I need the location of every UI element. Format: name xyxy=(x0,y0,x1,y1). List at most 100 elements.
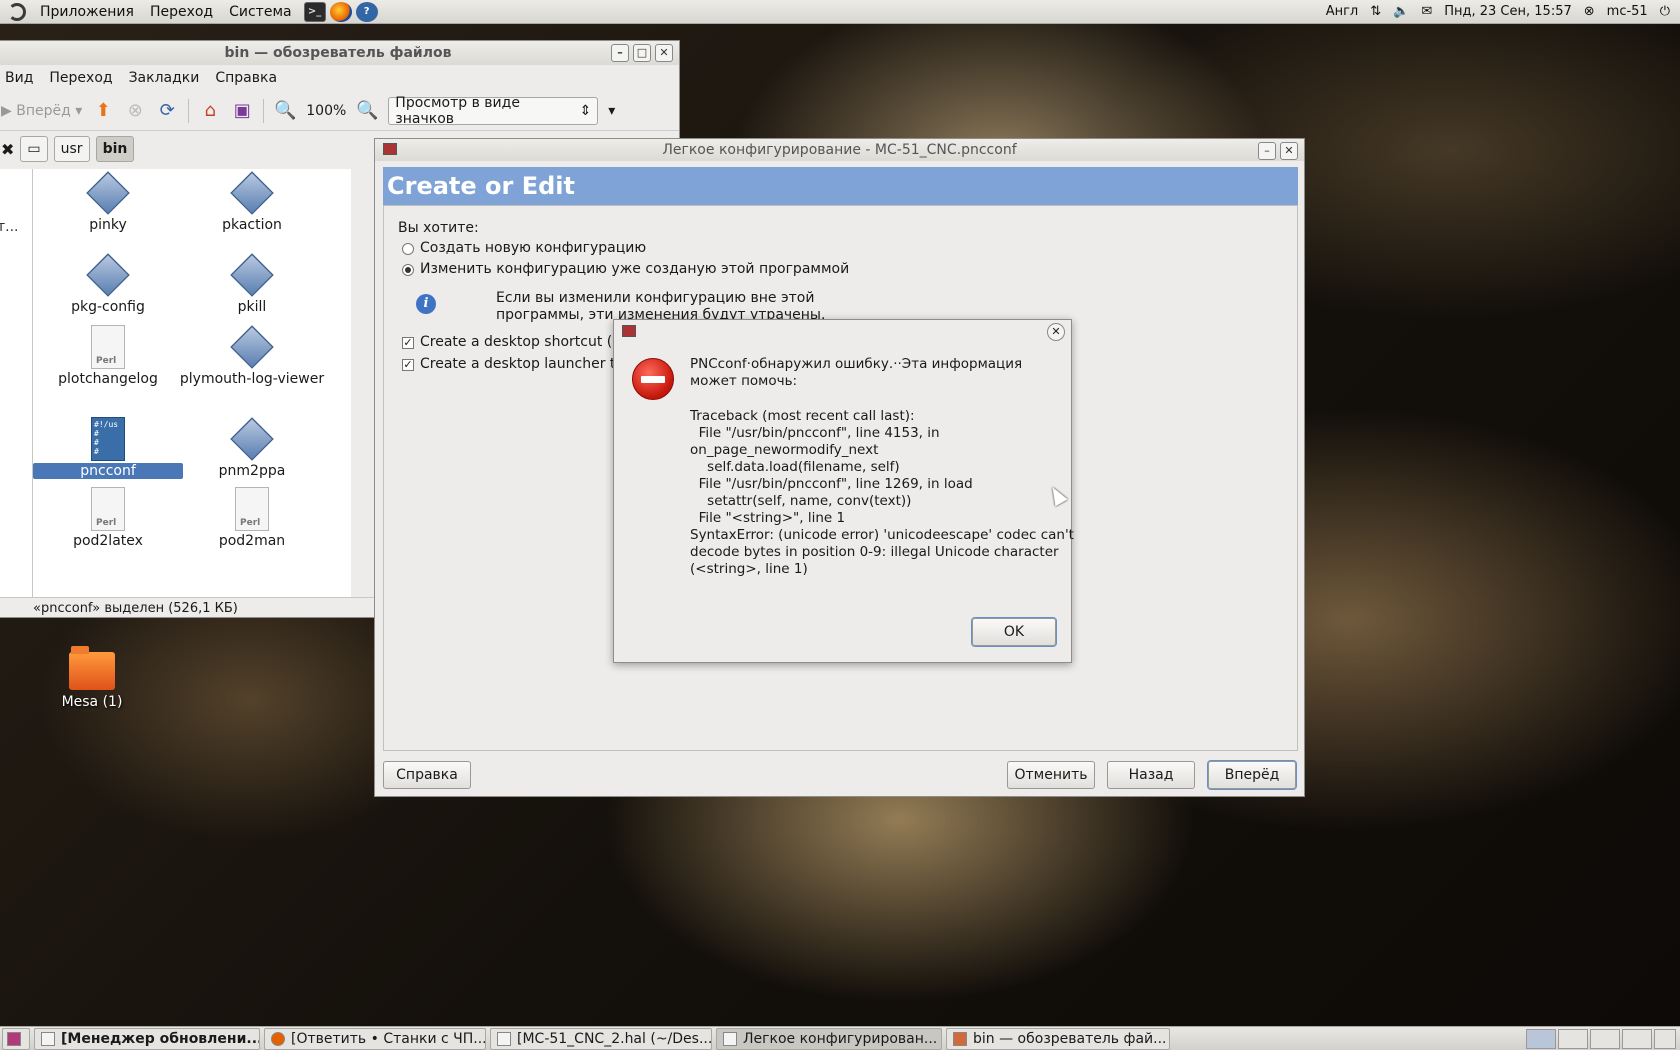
checkbox-desktop-shortcut[interactable]: ✓ xyxy=(402,337,414,349)
executable-icon xyxy=(86,253,130,297)
toolbar-overflow-icon[interactable]: ▾ xyxy=(608,103,615,119)
stop-icon[interactable]: ⊗ xyxy=(124,100,146,122)
text-editor-icon xyxy=(497,1031,511,1046)
computer-icon[interactable]: ▣ xyxy=(231,100,253,122)
minimize-button[interactable]: – xyxy=(1258,142,1276,160)
home-folder-icon[interactable]: ⌂ xyxy=(199,100,221,122)
cancel-button[interactable]: Отменить xyxy=(1007,761,1095,789)
close-button[interactable]: ✕ xyxy=(655,44,673,62)
task-pncconf[interactable]: Легкое конфигурирован... xyxy=(716,1027,942,1050)
help-button[interactable]: Справка xyxy=(383,761,471,789)
terminal-launcher-icon[interactable]: >_ xyxy=(303,1,326,22)
workspace-3[interactable] xyxy=(1590,1028,1620,1049)
file-item-pod2man[interactable]: pod2man xyxy=(177,487,327,549)
up-icon[interactable]: ⬆ xyxy=(92,100,114,122)
show-desktop-button[interactable] xyxy=(2,1027,30,1050)
error-dialog-titlebar[interactable]: ✕ xyxy=(614,320,1071,342)
ubuntu-logo-icon[interactable] xyxy=(8,2,26,21)
task-label: [Ответить • Станки с ЧП... xyxy=(291,1030,486,1047)
checkbox-desktop-launcher-label[interactable]: Create a desktop launcher to xyxy=(420,356,624,372)
forward-button[interactable]: Вперёд xyxy=(1208,761,1296,789)
zoom-out-icon[interactable]: 🔍 xyxy=(274,100,296,122)
menu-bookmarks[interactable]: Закладки xyxy=(121,70,208,86)
sidebar-item-truncated[interactable]: т... xyxy=(0,219,19,235)
file-label: pinky xyxy=(89,217,127,233)
firefox-launcher-icon[interactable] xyxy=(329,1,352,22)
forward-button[interactable]: ▶ Вперёд ▾ xyxy=(1,103,82,119)
file-item-pncconf[interactable]: #!/us # # # pncconf xyxy=(33,417,183,479)
app-icon[interactable] xyxy=(622,325,636,337)
view-mode-select[interactable]: Просмотр в виде значков ⇕ xyxy=(388,95,599,127)
menu-system[interactable]: Система xyxy=(221,4,299,20)
file-label: pnm2ppa xyxy=(218,463,286,479)
path-button-bin[interactable]: bin xyxy=(95,136,135,162)
workspace-1[interactable] xyxy=(1526,1028,1556,1049)
minimize-button[interactable]: – xyxy=(611,44,629,62)
user-menu[interactable]: mc-51 xyxy=(1607,4,1648,19)
file-item-pinky[interactable]: pinky xyxy=(33,171,183,233)
desktop-icon-mesa[interactable]: Mesa (1) xyxy=(52,646,132,710)
volume-icon[interactable]: 🔈 xyxy=(1393,4,1409,19)
radio-new-config[interactable] xyxy=(402,243,414,255)
file-label: pkaction xyxy=(222,217,282,233)
maximize-button[interactable]: □ xyxy=(633,44,651,62)
checkbox-desktop-launcher[interactable]: ✓ xyxy=(402,359,414,371)
toolbar-separator xyxy=(188,98,190,123)
checkbox-desktop-shortcut-label[interactable]: Create a desktop shortcut (sy xyxy=(420,334,628,350)
workspace-4[interactable] xyxy=(1622,1028,1652,1049)
menu-help[interactable]: Справка xyxy=(207,70,285,86)
path-button-usr[interactable]: usr xyxy=(53,136,90,162)
task-firefox[interactable]: [Ответить • Станки с ЧП... xyxy=(264,1027,486,1050)
app-icon[interactable] xyxy=(383,143,397,155)
keyboard-layout-indicator[interactable]: Англ xyxy=(1326,4,1359,19)
zoom-in-icon[interactable]: 🔍 xyxy=(356,100,378,122)
task-file-manager[interactable]: bin — обозреватель фай... xyxy=(946,1027,1170,1050)
network-icon[interactable]: ⇅ xyxy=(1370,4,1381,19)
menu-go[interactable]: Переход xyxy=(41,70,120,86)
task-text-editor[interactable]: [MC-51_CNC_2.hal (~/Des... xyxy=(490,1027,712,1050)
back-button[interactable]: Назад xyxy=(1107,761,1195,789)
file-label: plymouth-log-viewer xyxy=(179,371,325,387)
file-item-plymouth-log-viewer[interactable]: plymouth-log-viewer xyxy=(177,325,327,387)
file-item-plotchangelog[interactable]: plotchangelog xyxy=(33,325,183,387)
menu-places[interactable]: Переход xyxy=(142,4,221,20)
file-manager-titlebar[interactable]: bin — обозреватель файлов – □ ✕ xyxy=(0,41,679,65)
error-message: PNCconf·обнаружил ошибку.··Эта информаци… xyxy=(690,356,1023,389)
radio-modify-config-label[interactable]: Изменить конфигурацию уже созданую этой … xyxy=(420,261,849,277)
menu-view[interactable]: Вид xyxy=(0,70,41,86)
desktop-icon-label: Mesa (1) xyxy=(61,694,123,710)
menu-applications[interactable]: Приложения xyxy=(32,4,142,20)
task-label: bin — обозреватель фай... xyxy=(973,1030,1167,1047)
executable-icon xyxy=(230,253,274,297)
close-button[interactable]: ✕ xyxy=(1280,142,1298,160)
radio-new-config-label[interactable]: Создать новую конфигурацию xyxy=(420,240,646,256)
shutdown-icon[interactable]: ⏻ xyxy=(1660,4,1670,19)
task-update-manager[interactable]: [Менеджер обновлени... xyxy=(34,1027,260,1050)
ok-button[interactable]: OK xyxy=(972,618,1056,646)
radio-modify-config[interactable] xyxy=(402,264,414,276)
file-item-pod2latex[interactable]: pod2latex xyxy=(33,487,183,549)
perl-script-icon xyxy=(91,487,125,531)
bottom-taskbar: [Менеджер обновлени... [Ответить • Станк… xyxy=(0,1026,1680,1050)
clock[interactable]: Пнд, 23 Сен, 15:57 xyxy=(1444,4,1572,19)
close-button[interactable]: ✕ xyxy=(1047,323,1065,341)
user-status-icon[interactable]: ⊗ xyxy=(1584,4,1595,19)
show-desktop-icon xyxy=(7,1031,21,1046)
trash-icon[interactable] xyxy=(1654,1028,1676,1049)
toolbar-separator xyxy=(263,98,265,123)
close-sidebar-icon[interactable]: ✖ xyxy=(1,140,14,159)
help-launcher-icon[interactable]: ? xyxy=(355,1,378,22)
reload-icon[interactable]: ⟳ xyxy=(156,100,178,122)
pncconf-titlebar[interactable]: Легкое конфигурирование - MC-51_CNC.pncc… xyxy=(375,139,1304,161)
mail-icon[interactable]: ✉ xyxy=(1421,4,1432,19)
question-label: Вы хотите: xyxy=(398,220,479,236)
file-item-pnm2ppa[interactable]: pnm2ppa xyxy=(177,417,327,479)
file-item-pkill[interactable]: pkill xyxy=(177,253,327,315)
workspace-2[interactable] xyxy=(1558,1028,1588,1049)
file-manager-icon xyxy=(953,1031,967,1046)
file-item-pkaction[interactable]: pkaction xyxy=(177,171,327,233)
file-item-pkg-config[interactable]: pkg-config xyxy=(33,253,183,315)
path-root-button[interactable]: ▭ xyxy=(20,136,48,162)
file-label: pod2latex xyxy=(73,533,143,549)
pncconf-icon xyxy=(723,1031,737,1046)
